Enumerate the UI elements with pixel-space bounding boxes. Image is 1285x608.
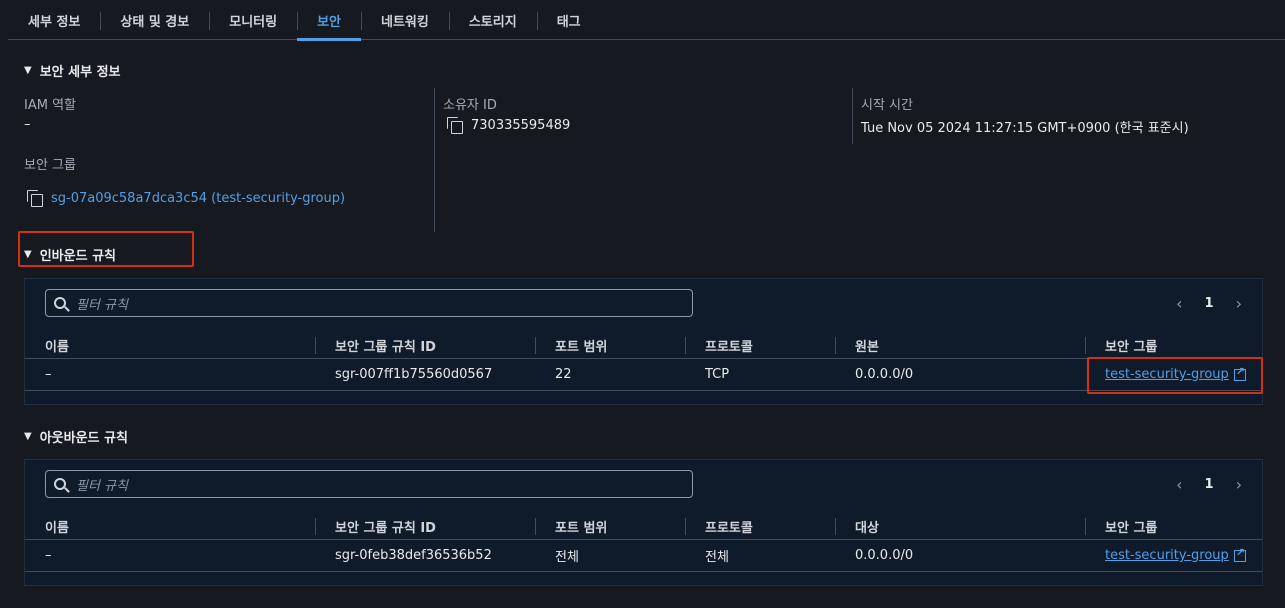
search-placeholder: 필터 규칙 [76, 297, 128, 313]
column-header[interactable]: 보안 그룹 [1085, 513, 1262, 539]
cell-name: – [45, 548, 52, 563]
column-divider [434, 88, 435, 232]
column-header[interactable]: 대상 [835, 513, 1085, 539]
outbound-rules-title: 아웃바운드 규칙 [39, 431, 128, 446]
column-header[interactable]: 이름 [25, 332, 315, 358]
tab-monitoring[interactable]: 모니터링 [209, 0, 297, 40]
inbound-rules-title: 인바운드 규칙 [39, 249, 116, 264]
chevron-right-icon[interactable]: › [1236, 294, 1242, 313]
chevron-left-icon[interactable]: ‹ [1176, 294, 1182, 313]
pagination: ‹ 1 › [1176, 289, 1242, 317]
tab-security[interactable]: 보안 [297, 0, 361, 41]
tab-tags[interactable]: 태그 [536, 0, 601, 40]
cell-destination: 0.0.0.0/0 [855, 548, 914, 563]
column-header[interactable]: 보안 그룹 [1085, 332, 1262, 358]
security-group-link[interactable]: sg-07a09c58a7dca3c54 (test-security-grou… [51, 191, 345, 206]
column-header[interactable]: 보안 그룹 규칙 ID [315, 332, 535, 358]
column-header[interactable]: 포트 범위 [535, 332, 685, 358]
search-placeholder: 필터 규칙 [76, 478, 128, 494]
column-header[interactable]: 포트 범위 [535, 513, 685, 539]
start-time-value: Tue Nov 05 2024 11:27:15 GMT+0900 (한국 표준… [861, 121, 1189, 136]
page-number[interactable]: 1 [1205, 296, 1214, 311]
column-divider [852, 88, 853, 144]
highlight-box [1087, 357, 1263, 394]
iam-role-label: IAM 역할 [24, 98, 76, 113]
security-group-value: sg-07a09c58a7dca3c54 (test-security-grou… [27, 190, 345, 207]
copy-icon[interactable] [27, 190, 43, 207]
cell-name: – [45, 367, 52, 382]
column-header[interactable]: 보안 그룹 규칙 ID [315, 513, 535, 539]
inbound-search-input[interactable]: 필터 규칙 [45, 289, 693, 317]
table-header: 이름 보안 그룹 규칙 ID 포트 범위 프로토콜 대상 보안 그룹 [25, 513, 1262, 540]
cell-protocol: 전체 [705, 550, 729, 565]
table-header: 이름 보안 그룹 규칙 ID 포트 범위 프로토콜 원본 보안 그룹 [25, 332, 1262, 359]
tab-details[interactable]: 세부 정보 [8, 0, 100, 40]
cell-source: 0.0.0.0/0 [855, 367, 914, 382]
chevron-right-icon[interactable]: › [1236, 475, 1242, 494]
caret-down-icon: ▼ [24, 249, 32, 260]
cell-security-group: test-security-group [1085, 540, 1262, 571]
caret-down-icon: ▼ [24, 431, 32, 442]
owner-id-value: 730335595489 [447, 117, 571, 134]
cell-port: 전체 [555, 550, 579, 565]
column-header[interactable]: 이름 [25, 513, 315, 539]
tab-status-alarms[interactable]: 상태 및 경보 [100, 0, 209, 40]
security-group-label: 보안 그룹 [24, 158, 76, 173]
security-details-title: 보안 세부 정보 [39, 65, 121, 80]
search-icon [54, 478, 66, 490]
start-time-label: 시작 시간 [861, 98, 913, 113]
tab-bar: 세부 정보 상태 및 경보 모니터링 보안 네트워킹 스토리지 태그 [8, 0, 1285, 41]
outbound-search-input[interactable]: 필터 규칙 [45, 470, 693, 498]
copy-icon[interactable] [447, 117, 463, 134]
iam-role-value: – [24, 117, 31, 132]
column-header[interactable]: 프로토콜 [685, 513, 835, 539]
external-link-icon[interactable] [1233, 546, 1246, 562]
table-row[interactable]: – sgr-007ff1b75560d0567 22 TCP 0.0.0.0/0… [25, 359, 1262, 391]
table-row[interactable]: – sgr-0feb38def36536b52 전체 전체 0.0.0.0/0 … [25, 540, 1262, 572]
search-icon [54, 297, 66, 309]
column-header[interactable]: 원본 [835, 332, 1085, 358]
outbound-rules-table: 필터 규칙 ‹ 1 › 이름 보안 그룹 규칙 ID 포트 범위 프로토콜 대상… [24, 459, 1263, 586]
caret-down-icon: ▼ [24, 65, 32, 76]
security-group-link[interactable]: test-security-group [1105, 548, 1229, 563]
owner-id-label: 소유자 ID [443, 98, 497, 113]
owner-id-text: 730335595489 [471, 117, 571, 133]
inbound-rules-header[interactable]: ▼ 인바운드 규칙 [24, 245, 116, 264]
chevron-left-icon[interactable]: ‹ [1176, 475, 1182, 494]
cell-rule-id: sgr-0feb38def36536b52 [335, 548, 492, 563]
cell-rule-id: sgr-007ff1b75560d0567 [335, 367, 493, 382]
column-header[interactable]: 프로토콜 [685, 332, 835, 358]
inbound-rules-table: 필터 규칙 ‹ 1 › 이름 보안 그룹 규칙 ID 포트 범위 프로토콜 원본… [24, 278, 1263, 405]
security-details-header[interactable]: ▼ 보안 세부 정보 [24, 61, 121, 80]
cell-protocol: TCP [705, 367, 730, 382]
cell-port: 22 [555, 367, 572, 382]
tab-storage[interactable]: 스토리지 [448, 0, 537, 40]
page-number[interactable]: 1 [1205, 477, 1214, 492]
outbound-rules-header[interactable]: ▼ 아웃바운드 규칙 [24, 427, 128, 446]
pagination: ‹ 1 › [1176, 470, 1242, 498]
tab-networking[interactable]: 네트워킹 [361, 0, 449, 40]
